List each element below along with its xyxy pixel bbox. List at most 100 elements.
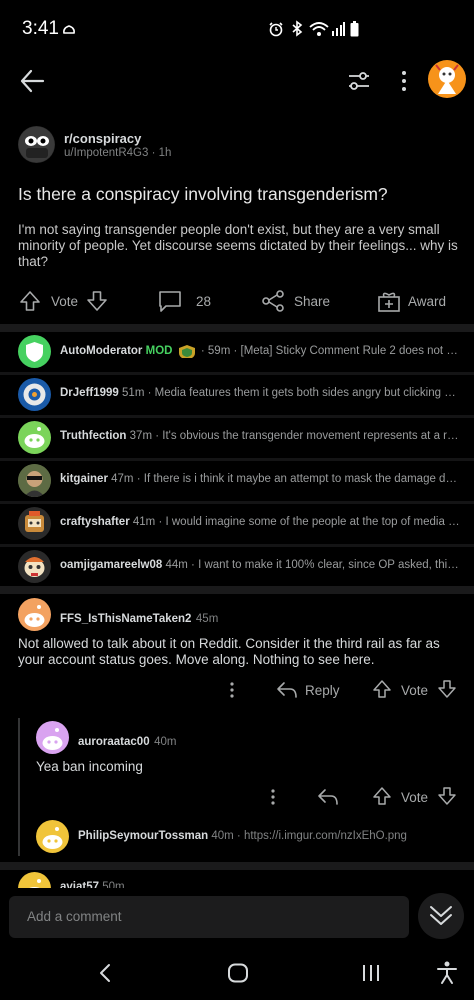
- preview-text: kitgainer 47m · If there is i think it m…: [60, 473, 460, 485]
- comment-preview[interactable]: PhilipSeymourTossman 40m · https://i.img…: [78, 830, 468, 842]
- comment-preview-row[interactable]: oamjigamareelw08 44m · I want to make it…: [0, 547, 474, 587]
- automoderator-avatar: [18, 335, 51, 368]
- preview-user[interactable]: DrJeff1999: [60, 387, 119, 399]
- comment-preview-row[interactable]: DrJeff1999 51m · Media features them it …: [0, 375, 474, 415]
- post-meta: u/ImpotentR4G3 · 1h: [64, 147, 171, 159]
- bluetooth-icon: [292, 20, 303, 37]
- share-button[interactable]: Share: [294, 294, 330, 309]
- comment-body: Not allowed to talk about it on Reddit. …: [18, 636, 440, 667]
- preview-user[interactable]: Truthfection: [60, 430, 126, 442]
- comment-header: FFS_IsThisNameTaken2 45m: [60, 609, 218, 627]
- add-comment-placeholder: Add a comment: [27, 909, 122, 924]
- accessibility-icon[interactable]: [436, 961, 458, 985]
- section-divider: [0, 586, 474, 594]
- nav-recents-icon[interactable]: [360, 963, 382, 983]
- mod-badge: MOD: [145, 345, 173, 358]
- comment-user[interactable]: PhilipSeymourTossman: [78, 830, 208, 842]
- award-button[interactable]: Award: [408, 294, 446, 309]
- sort-filter-icon[interactable]: [347, 70, 371, 92]
- award-badge-icon: [178, 344, 196, 358]
- comment-time: 40m: [154, 736, 177, 748]
- cloud-icon: [63, 25, 75, 34]
- comment-downvote-icon[interactable]: [437, 786, 457, 806]
- reply-icon[interactable]: [276, 681, 298, 699]
- comment-body: Yea ban incoming: [36, 759, 143, 774]
- vote-label: Vote: [51, 294, 79, 309]
- preview-time: 37m: [129, 430, 153, 442]
- comment-user[interactable]: FFS_IsThisNameTaken2: [60, 613, 191, 625]
- app-bar: [0, 58, 474, 110]
- commenter-avatar[interactable]: [36, 820, 69, 853]
- alarm-icon: [269, 22, 283, 37]
- preview-snippet: If there is i think it maybe an attempt …: [143, 473, 460, 485]
- preview-time: 51m: [122, 387, 145, 399]
- nav-home-icon[interactable]: [227, 963, 249, 983]
- commenter-avatar[interactable]: [36, 721, 69, 754]
- comment-preview-row[interactable]: kitgainer 47m · If there is i think it m…: [0, 461, 474, 501]
- reply-button[interactable]: Reply: [305, 683, 340, 698]
- subreddit-name[interactable]: r/conspiracy: [64, 131, 141, 146]
- comment-upvote-icon[interactable]: [372, 786, 392, 806]
- comment-user[interactable]: auroraatac00: [78, 736, 150, 748]
- comment-time: 45m: [195, 613, 219, 625]
- truthfection-avatar: [18, 421, 51, 454]
- preview-text: Truthfection 37m · It's obvious the tran…: [60, 430, 460, 442]
- system-nav-bar: [0, 948, 474, 1000]
- thread-line[interactable]: [18, 718, 20, 856]
- preview-text: craftyshafter 41m · I would imagine some…: [60, 516, 460, 528]
- preview-snippet: [Meta] Sticky Comment Rule 2 does not a.…: [240, 345, 460, 358]
- status-time: 3:41: [22, 18, 59, 39]
- section-divider: [0, 324, 474, 332]
- share-icon[interactable]: [261, 290, 285, 312]
- preview-user[interactable]: kitgainer: [60, 473, 108, 485]
- status-bar: 3:41: [0, 0, 474, 58]
- downvote-icon[interactable]: [86, 290, 108, 312]
- comment-preview-row[interactable]: AutoModerator MOD · 59m · [Meta] Sticky …: [0, 332, 474, 372]
- preview-text: oamjigamareelw08 44m · I want to make it…: [60, 559, 460, 571]
- preview-user[interactable]: craftyshafter: [60, 516, 130, 528]
- oamjigamareelw08-avatar: [18, 550, 51, 583]
- battery-icon: [350, 21, 359, 37]
- nav-back-icon[interactable]: [98, 963, 112, 983]
- comment-more-icon[interactable]: [229, 681, 235, 699]
- back-arrow-icon[interactable]: [19, 68, 45, 94]
- commenter-avatar[interactable]: [18, 598, 51, 631]
- wifi-icon: [309, 22, 329, 36]
- comment-vote-label: Vote: [401, 790, 429, 805]
- upvote-icon[interactable]: [19, 290, 41, 312]
- add-comment-input[interactable]: Add a comment: [9, 896, 409, 938]
- preview-text: DrJeff1999 51m · Media features them it …: [60, 387, 460, 399]
- user-avatar[interactable]: [428, 60, 466, 98]
- meta-dot: ·: [151, 147, 159, 159]
- section-divider: [0, 862, 474, 870]
- preview-snippet: I want to make it 100% clear, since OP a…: [198, 559, 460, 571]
- preview-time: 47m: [111, 473, 134, 485]
- preview-user[interactable]: AutoModerator: [60, 345, 142, 357]
- preview-text: AutoModerator MOD · 59m · [Meta] Sticky …: [60, 344, 460, 358]
- kitgainer-avatar: [18, 464, 51, 497]
- comment-count[interactable]: 28: [196, 294, 211, 309]
- reply-icon[interactable]: [317, 788, 339, 806]
- post-body: I'm not saying transgender people don't …: [18, 222, 458, 269]
- award-icon[interactable]: [377, 289, 401, 313]
- post-title: Is there a conspiracy involving transgen…: [18, 184, 388, 204]
- comment-link[interactable]: https://i.imgur.com/nzIxEhO.png: [244, 830, 407, 842]
- more-options-icon[interactable]: [400, 70, 408, 92]
- signal-icon: [332, 22, 345, 36]
- comment-preview-row[interactable]: craftyshafter 41m · I would imagine some…: [0, 504, 474, 544]
- comment-preview-row[interactable]: Truthfection 37m · It's obvious the tran…: [0, 418, 474, 458]
- comment-header: auroraatac00 40m: [78, 732, 176, 750]
- post-author[interactable]: u/ImpotentR4G3: [64, 147, 148, 159]
- comment-icon[interactable]: [158, 290, 182, 312]
- craftyshafter-avatar: [18, 507, 51, 540]
- comment-downvote-icon[interactable]: [437, 679, 457, 699]
- double-chevron-down-icon: [430, 906, 452, 925]
- comment-more-icon[interactable]: [270, 788, 276, 806]
- preview-time: 44m: [165, 559, 188, 571]
- preview-time: 41m: [132, 516, 156, 528]
- next-comment-button[interactable]: [418, 893, 464, 939]
- subreddit-avatar[interactable]: [18, 126, 55, 163]
- preview-user[interactable]: oamjigamareelw08: [60, 559, 162, 571]
- drjeff-avatar: [18, 378, 51, 411]
- comment-upvote-icon[interactable]: [372, 679, 392, 699]
